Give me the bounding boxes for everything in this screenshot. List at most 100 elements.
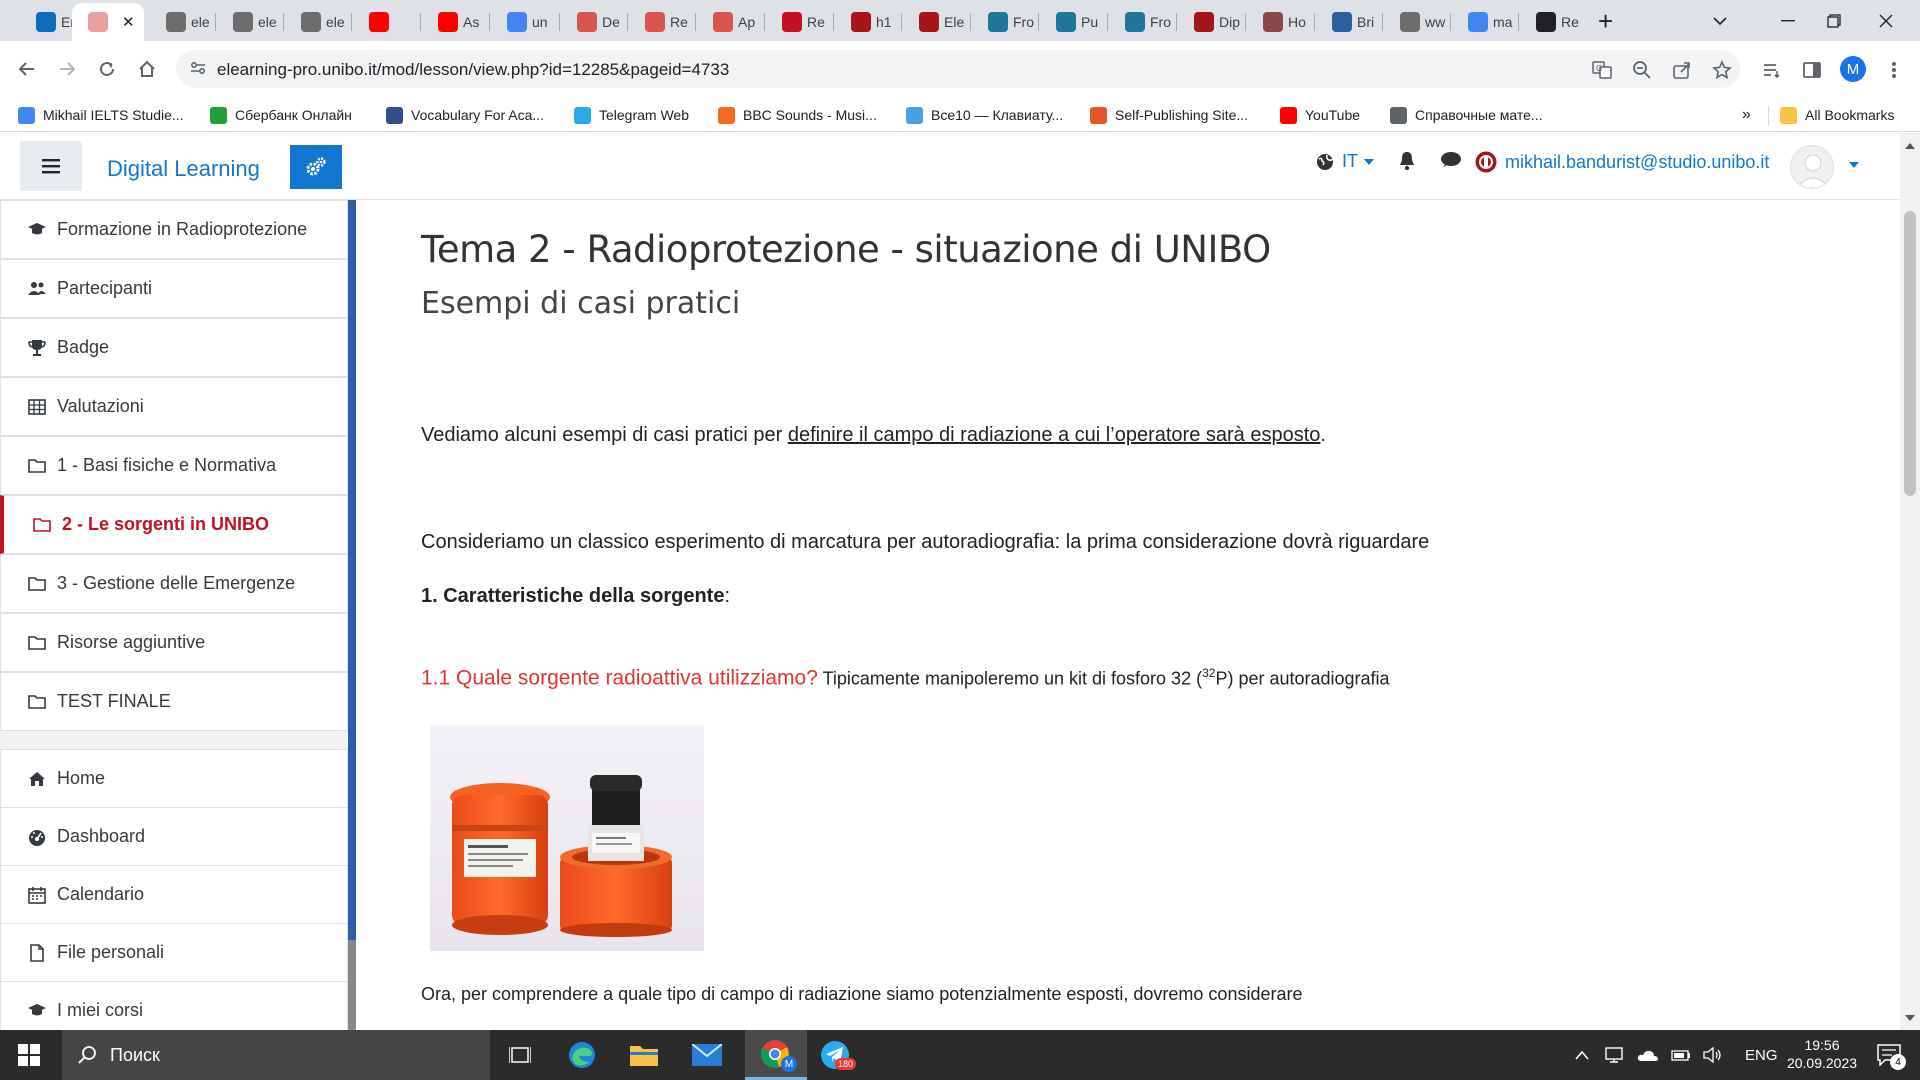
browser-tab[interactable]: Re (1520, 5, 1584, 38)
user-avatar[interactable] (1790, 145, 1834, 189)
browser-tab[interactable]: De (561, 5, 625, 38)
taskbar-mail[interactable] (690, 1038, 724, 1072)
side-panel-icon[interactable] (1800, 58, 1824, 82)
user-menu[interactable]: mikhail.bandurist@studio.unibo.it (1475, 151, 1769, 173)
unibo-icon (713, 11, 733, 32)
browser-tab[interactable]: Re (629, 5, 693, 38)
taskbar-edge[interactable] (565, 1038, 599, 1072)
nav-item[interactable]: Calendario (0, 865, 348, 924)
settings-button[interactable] (290, 145, 342, 189)
system-clock[interactable]: 19:56 20.09.2023 (1776, 1036, 1868, 1072)
page-scrollbar[interactable] (1900, 133, 1920, 1030)
taskbar-search[interactable]: Поиск (62, 1030, 490, 1080)
nav-item[interactable]: Dashboard (0, 807, 348, 866)
browser-tab[interactable] (353, 5, 417, 38)
network-icon[interactable] (1605, 1046, 1625, 1064)
browser-tab[interactable]: ma (1452, 5, 1516, 38)
translate-icon[interactable]: G (1591, 59, 1613, 81)
browser-tab[interactable]: Re (766, 5, 830, 38)
notifications-button[interactable] (1398, 151, 1416, 171)
taskbar-explorer[interactable] (627, 1038, 661, 1072)
nav-item[interactable]: Badge (0, 318, 348, 377)
profile-avatar[interactable]: M (1840, 56, 1866, 82)
address-bar[interactable]: elearning-pro.unibo.it/mod/lesson/view.p… (176, 50, 1740, 88)
browser-tab[interactable]: h1 (835, 5, 899, 38)
browser-tab[interactable]: Dip (1178, 5, 1242, 38)
drawer-toggle-button[interactable] (20, 141, 82, 191)
browser-tab[interactable]: ele (285, 5, 349, 38)
page-scroll-thumb[interactable] (1904, 211, 1916, 496)
browser-tab[interactable]: As (422, 5, 486, 38)
bookmark-item[interactable]: Telegram Web (574, 104, 689, 126)
browser-tab[interactable]: un (491, 5, 555, 38)
nav-item[interactable]: TEST FINALE (0, 672, 348, 731)
question-description-end: P) per autoradiografia (1215, 668, 1390, 689)
nav-item[interactable]: Risorse aggiuntive (0, 613, 348, 672)
nav-item[interactable]: I miei corsi (0, 981, 348, 1030)
tab-title: ma (1493, 13, 1513, 30)
bookmark-item[interactable]: Vocabulary For Aca... (386, 104, 544, 126)
drawer-scroll-thumb[interactable] (348, 940, 356, 1030)
bookmark-item[interactable]: Self-Publishing Site... (1090, 104, 1248, 126)
browser-tab[interactable]: ww (1384, 5, 1448, 38)
bookmark-item[interactable]: Справочные мате... (1390, 104, 1543, 126)
nav-item[interactable]: 1 - Basi fisiche e Normativa (0, 436, 348, 495)
share-icon[interactable] (1671, 59, 1693, 81)
scroll-down-icon[interactable] (1905, 1015, 1915, 1021)
browser-tab[interactable]: Bri (1316, 5, 1380, 38)
reading-list-icon[interactable] (1760, 58, 1784, 82)
bookmark-star-icon[interactable] (1711, 59, 1733, 81)
volume-icon[interactable] (1703, 1047, 1723, 1063)
back-button[interactable] (10, 52, 44, 86)
user-menu-caret-icon[interactable] (1849, 162, 1859, 168)
reload-button[interactable] (90, 52, 124, 86)
bookmark-item[interactable]: YouTube (1280, 104, 1360, 126)
site-info-icon[interactable] (189, 59, 207, 77)
scroll-up-icon[interactable] (1905, 143, 1915, 149)
tab-search-button[interactable] (1686, 0, 1754, 41)
nav-item[interactable]: 2 - Le sorgenti in UNIBO (0, 495, 348, 554)
bookmark-item[interactable]: Сбербанк Онлайн (210, 104, 352, 126)
battery-icon[interactable] (1671, 1048, 1691, 1062)
close-tab-icon[interactable]: ✕ (122, 13, 135, 31)
nav-item[interactable]: File personali (0, 923, 348, 982)
action-center-button[interactable]: 4 (1872, 1038, 1906, 1072)
nav-item[interactable]: Formazione in Radioprotezione (0, 200, 348, 259)
bookmark-item[interactable]: Mikhail IELTS Studie... (18, 104, 184, 126)
browser-tab[interactable]: ele (150, 5, 214, 38)
taskbar-telegram[interactable]: 180 (815, 1038, 857, 1072)
nav-item[interactable]: Partecipanti (0, 259, 348, 318)
site-name-link[interactable]: Digital Learning (107, 156, 260, 182)
zoom-icon[interactable] (1631, 59, 1653, 81)
bookmarks-overflow-button[interactable]: » (1742, 104, 1751, 126)
browser-tab[interactable]: Pu (1040, 5, 1104, 38)
forward-button[interactable] (50, 52, 84, 86)
browser-tab[interactable]: Ele (903, 5, 967, 38)
nav-item[interactable]: 3 - Gestione delle Emergenze (0, 554, 348, 613)
browser-tab[interactable]: Fro (972, 5, 1036, 38)
nav-item-label: Partecipanti (57, 278, 153, 298)
browser-tab[interactable]: Fro (1109, 5, 1173, 38)
browser-tab[interactable]: ele (217, 5, 281, 38)
more-menu-icon[interactable] (1882, 58, 1906, 82)
new-tab-button[interactable]: + (1598, 6, 1613, 37)
task-view-icon (509, 1047, 531, 1063)
nav-item[interactable]: Valutazioni (0, 377, 348, 436)
bookmark-item[interactable]: Все10 — Клавиату... (906, 104, 1063, 126)
start-button[interactable] (12, 1038, 46, 1072)
task-view-button[interactable] (503, 1038, 537, 1072)
chevron-up-icon[interactable] (1575, 1050, 1589, 1060)
home-button[interactable] (130, 52, 164, 86)
browser-tab[interactable]: Ap (697, 5, 761, 38)
language-menu[interactable]: IT (1316, 151, 1374, 172)
close-window-button[interactable] (1852, 0, 1920, 41)
all-bookmarks-button[interactable]: All Bookmarks (1780, 104, 1894, 126)
taskbar-chrome[interactable]: M (745, 1030, 807, 1080)
nav-item[interactable]: Home (0, 749, 348, 808)
onedrive-icon[interactable] (1637, 1048, 1659, 1062)
browser-tab[interactable]: Ho (1247, 5, 1311, 38)
bookmark-item[interactable]: BBC Sounds - Musi... (718, 104, 877, 126)
browser-tab[interactable]: ✕ (72, 3, 144, 41)
input-language[interactable]: ENG (1745, 1047, 1778, 1064)
messages-button[interactable] (1440, 151, 1462, 169)
